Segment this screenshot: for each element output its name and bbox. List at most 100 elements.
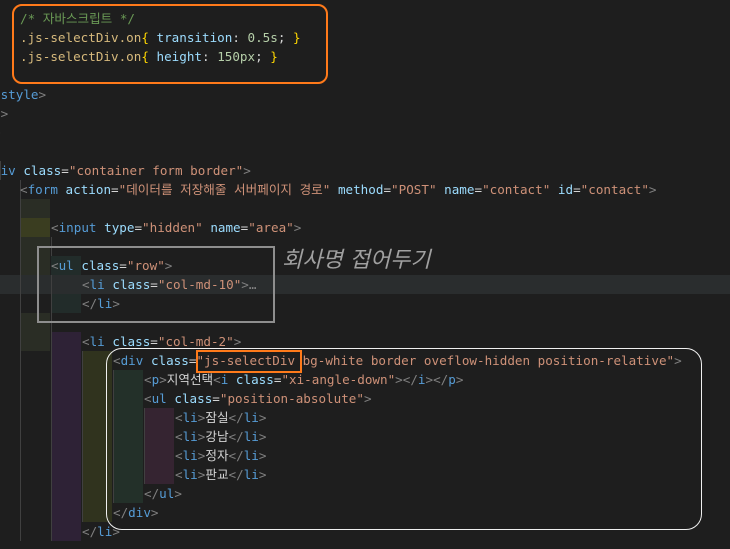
code-line[interactable]: <div class="js-selectDiv bg-white border… (0, 351, 730, 370)
code-token: .js-selectDiv.on (20, 49, 142, 64)
code-line[interactable]: </li> (0, 294, 730, 313)
code-line[interactable]: .js-selectDiv.on{ transition: 0.5s; } (0, 28, 730, 47)
indent-guide (51, 294, 52, 313)
code-token: = (134, 220, 143, 235)
indent-band (51, 427, 81, 446)
code-token: < (20, 182, 28, 197)
indent-band (113, 370, 143, 389)
code-token: li (89, 277, 105, 292)
code-token: </ (228, 448, 244, 463)
annotation-label: 회사명 접어두기 (282, 248, 431, 273)
code-token: = (212, 391, 220, 406)
code-content: </ul> (144, 484, 182, 503)
code-token: </ (113, 505, 129, 520)
code-token: li (243, 410, 259, 425)
code-line[interactable]: <form action="데이터를 저장해줄 서버페이지 경로" method… (0, 180, 730, 199)
indent-guide (51, 427, 52, 446)
indent-guide (20, 522, 21, 541)
indent-band (51, 446, 81, 465)
indent-band (82, 389, 112, 408)
code-line[interactable]: </div> (0, 503, 730, 522)
code-line[interactable]: <li>강남</li> (0, 427, 730, 446)
code-line[interactable]: .js-selectDiv.on{ height: 150px; } (0, 47, 730, 66)
fold-ellipsis[interactable]: … (249, 277, 257, 292)
code-token: < (175, 410, 183, 425)
indent-band (20, 199, 50, 218)
code-token: > (241, 277, 249, 292)
code-line[interactable]: <ul class="position-absolute"> (0, 389, 730, 408)
code-token: ></ (395, 372, 418, 387)
indent-guide (113, 484, 114, 503)
indent-guide (20, 446, 21, 465)
code-line[interactable]: > (0, 123, 730, 142)
code-line[interactable]: </ul> (0, 484, 730, 503)
code-token: = (573, 182, 581, 197)
code-line[interactable]: d> (0, 104, 730, 123)
code-line[interactable]: <input type="hidden" name="area"> (0, 218, 730, 237)
code-line[interactable]: <li>잠실</li> (0, 408, 730, 427)
code-line[interactable]: /style> (0, 85, 730, 104)
code-line[interactable]: <p>지역선택<i class="xi-angle-down"></i></p> (0, 370, 730, 389)
code-token: class (174, 391, 213, 406)
code-token: = (383, 182, 392, 197)
code-line[interactable]: <li class="col-md-10">… (0, 275, 730, 294)
code-line[interactable] (0, 142, 730, 161)
code-content: .js-selectDiv.on{ height: 150px; } (20, 47, 278, 66)
code-token: 정자 (205, 448, 229, 463)
indent-band (144, 427, 174, 446)
code-token: < (144, 372, 152, 387)
code-token: "position-absolute" (219, 391, 364, 406)
code-token: = (150, 277, 158, 292)
indent-guide (20, 256, 21, 275)
code-content: <li class="col-md-10">… (82, 275, 256, 294)
indent-guide (51, 237, 52, 256)
code-token: li (89, 334, 105, 349)
indent-guide (144, 427, 145, 446)
indent-guide (51, 370, 52, 389)
code-token: method (337, 182, 384, 197)
indent-guide (20, 408, 21, 427)
code-line[interactable] (0, 313, 730, 332)
code-line[interactable]: /* 자바스크립트 */ (0, 9, 730, 28)
indent-band (82, 408, 112, 427)
indent-band (20, 332, 50, 351)
code-line[interactable]: <li>판교</li> (0, 465, 730, 484)
code-token: ></ (425, 372, 449, 387)
code-token: > (0, 106, 9, 121)
indent-band (51, 370, 81, 389)
code-content: <li>판교</li> (175, 465, 266, 484)
code-token: </ (228, 410, 244, 425)
indent-guide (20, 218, 21, 237)
code-token: > (159, 372, 167, 387)
code-content: /* 자바스크립트 */ (20, 9, 135, 28)
code-token: > (363, 391, 372, 406)
indent-guide (20, 332, 21, 351)
code-line[interactable]: <li>정자</li> (0, 446, 730, 465)
indent-band (82, 446, 112, 465)
code-line[interactable]: </li> (0, 522, 730, 541)
code-content: <p>지역선택<i class="xi-angle-down"></i></p> (144, 370, 463, 389)
code-line[interactable]: <li class="col-md-2"> (0, 332, 730, 351)
code-token: /* 자바스크립트 */ (20, 11, 136, 26)
indent-band (51, 465, 81, 484)
indent-band (82, 370, 112, 389)
code-content: .js-selectDiv.on{ transition: 0.5s; } (20, 28, 301, 47)
code-token: </ (82, 296, 98, 311)
indent-band (82, 503, 112, 522)
code-token: "col-md-2" (157, 334, 234, 349)
code-token: > (112, 524, 120, 539)
code-token: </ (228, 429, 244, 444)
code-token: li (243, 448, 259, 463)
code-token: ; (277, 30, 294, 45)
code-token: > (258, 467, 267, 482)
indent-guide (82, 446, 83, 465)
code-line[interactable] (0, 199, 730, 218)
indent-band (20, 218, 50, 237)
code-line[interactable] (0, 66, 730, 85)
code-token: </ (144, 486, 160, 501)
code-token: < (144, 391, 152, 406)
code-token: < (51, 258, 59, 273)
code-line[interactable]: div class="container form border"> (0, 161, 730, 180)
